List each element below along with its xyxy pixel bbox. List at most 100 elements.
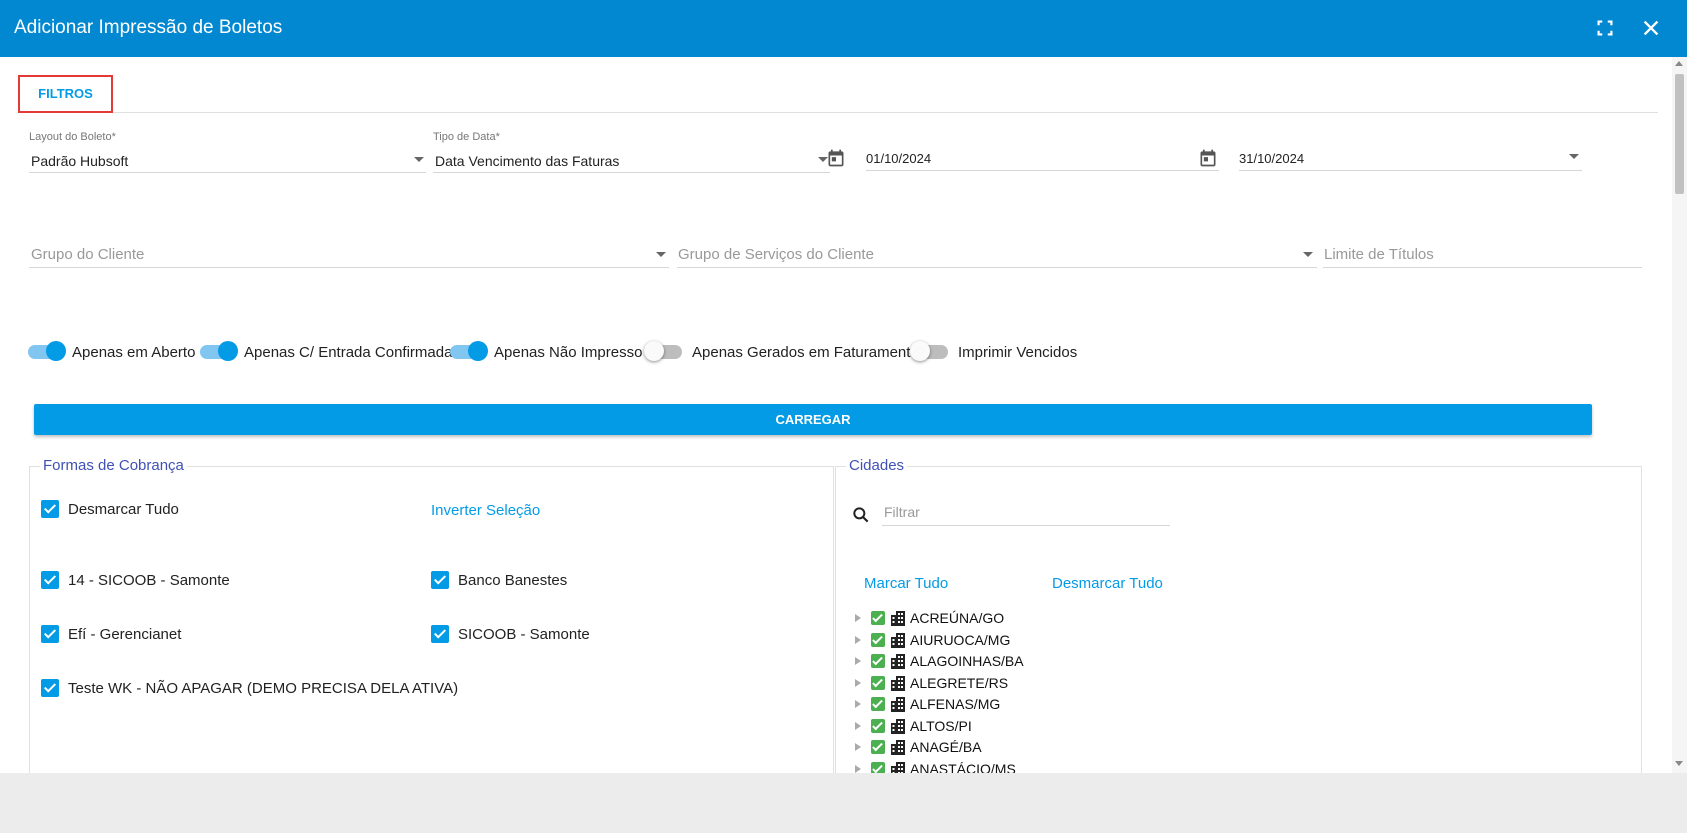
toggle-nao-impresso[interactable]: Apenas Não Impresso [450,341,642,363]
dialog-footer [0,773,1687,833]
billing-method-checkbox[interactable]: 14 - SICOOB - Samonte [41,571,230,589]
expand-icon[interactable] [855,657,861,665]
checkbox-checked-icon[interactable] [431,625,449,643]
toggle-imprimir-vencidos[interactable]: Imprimir Vencidos [910,341,1077,363]
city-tree-item[interactable]: ALAGOINHAS/BA [855,651,1024,671]
expand-icon[interactable] [855,764,861,773]
city-tree-item[interactable]: ALFENAS/MG [855,694,1000,714]
end-date-dropdown-icon[interactable] [1569,154,1579,159]
tab-filtros[interactable]: FILTROS [18,75,113,113]
toggle-label: Apenas C/ Entrada Confirmada [244,343,453,361]
toggle-entrada-confirmada[interactable]: Apenas C/ Entrada Confirmada [200,341,452,363]
billing-methods-title: Formas de Cobrança [40,457,187,474]
scroll-up-icon[interactable] [1675,61,1683,66]
billing-method-checkbox[interactable]: SICOOB - Samonte [431,625,590,643]
start-date-underline [866,170,1219,171]
expand-icon[interactable] [855,614,861,622]
layout-select-value[interactable]: Padrão Hubsoft [31,153,128,169]
checkbox-label: Efí - Gerencianet [68,625,182,643]
carregar-button[interactable]: CARREGAR [34,404,1592,435]
city-tree-item[interactable]: ACREÚNA/GO [855,608,1004,628]
toggle-knob[interactable] [910,341,930,361]
checkbox-checked-icon[interactable] [41,625,59,643]
city-tree-item[interactable]: ALEGRETE/RS [855,673,1008,693]
toggle-knob[interactable] [46,341,66,361]
toggle-knob[interactable] [218,341,238,361]
date-type-label: Tipo de Data* [433,131,500,143]
checkbox-label: Desmarcar Tudo [68,500,179,518]
checkbox-checked-icon[interactable] [41,500,59,518]
unselect-all-cities-link[interactable]: Desmarcar Tudo [1052,575,1163,592]
calendar-icon[interactable] [1198,148,1218,168]
checkbox-checked-icon[interactable] [871,675,885,690]
checkbox-checked-icon[interactable] [871,697,885,711]
checkbox-checked-icon[interactable] [871,632,885,647]
city-filter-underline [882,525,1170,526]
checkbox-checked-icon[interactable] [871,718,885,733]
toggle-track[interactable] [200,341,238,361]
vertical-scrollbar[interactable] [1672,57,1687,773]
invert-selection-link[interactable]: Inverter Seleção [431,502,540,519]
checkbox-checked-icon[interactable] [871,740,885,754]
building-icon [891,654,905,669]
checkbox-checked-icon[interactable] [431,571,449,589]
billing-method-checkbox[interactable]: Banco Banestes [431,571,567,589]
fullscreen-icon[interactable] [1594,17,1616,39]
building-icon [891,632,905,648]
end-date-underline [1239,170,1582,171]
billing-unselect-all-checkbox[interactable]: Desmarcar Tudo [41,500,179,518]
billing-method-checkbox[interactable]: Efí - Gerencianet [41,625,181,643]
toggle-track[interactable] [450,341,488,361]
toggle-track[interactable] [28,341,66,361]
expand-icon[interactable] [855,635,861,644]
client-group-underline [29,267,669,268]
scrollbar-thumb[interactable] [1675,74,1684,194]
city-tree-item[interactable]: ALTOS/PI [855,716,972,736]
service-group-select[interactable]: Grupo de Serviços do Cliente [678,246,874,263]
building-icon [891,675,905,691]
building-icon [891,740,905,755]
close-icon[interactable] [1640,17,1662,39]
title-limit-underline [1323,267,1642,268]
layout-underline [29,172,426,173]
toggle-label: Apenas em Aberto [72,343,196,361]
expand-icon[interactable] [855,721,861,730]
checkbox-checked-icon[interactable] [871,654,885,668]
start-date-input[interactable]: 01/10/2024 [866,151,931,166]
date-type-select-value[interactable]: Data Vencimento das Faturas [435,153,619,169]
layout-dropdown-icon[interactable] [414,157,424,162]
building-icon [891,611,905,626]
end-date-input[interactable]: 31/10/2024 [1239,151,1304,166]
layout-label: Layout do Boleto* [29,131,116,143]
scroll-down-icon[interactable] [1675,761,1683,766]
toggle-label: Apenas Não Impresso [494,343,643,361]
checkbox-checked-icon[interactable] [41,571,59,589]
expand-icon[interactable] [855,678,861,687]
toggle-track[interactable] [910,341,948,361]
checkbox-label: SICOOB - Samonte [458,625,590,643]
cities-title: Cidades [846,457,908,474]
toggle-gerados-faturamento[interactable]: Apenas Gerados em Faturamento [644,341,919,363]
toggle-apenas-em-aberto[interactable]: Apenas em Aberto [28,341,195,363]
checkbox-checked-icon[interactable] [41,679,59,697]
city-filter-input[interactable]: Filtrar [884,504,920,520]
city-label: ALAGOINHAS/BA [910,653,1024,669]
city-tree-item[interactable]: AIURUOCA/MG [855,630,1010,650]
toggle-track[interactable] [644,341,682,361]
select-all-cities-link[interactable]: Marcar Tudo [864,575,948,592]
client-group-dropdown-icon[interactable] [656,252,666,257]
expand-icon[interactable] [855,700,861,708]
toggle-knob[interactable] [468,341,488,361]
client-group-select[interactable]: Grupo do Cliente [31,246,144,263]
calendar-icon[interactable] [826,148,846,168]
checkbox-checked-icon[interactable] [871,611,885,625]
building-icon [891,718,905,734]
billing-method-checkbox[interactable]: Teste WK - NÃO APAGAR (DEMO PRECISA DELA… [41,679,458,697]
city-tree-item[interactable]: ANAGÉ/BA [855,737,982,757]
city-label: ALFENAS/MG [910,696,1001,712]
service-group-dropdown-icon[interactable] [1303,252,1313,257]
expand-icon[interactable] [855,743,861,751]
city-label: ACREÚNA/GO [910,610,1005,626]
title-limit-input[interactable]: Limite de Títulos [1324,246,1434,263]
toggle-knob[interactable] [644,341,664,361]
